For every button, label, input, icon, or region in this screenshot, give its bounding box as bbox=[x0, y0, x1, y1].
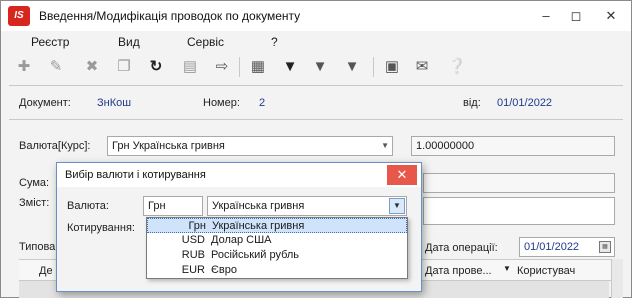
list-item[interactable]: Грн Українська гривня bbox=[147, 218, 407, 233]
currency-name-value: Українська гривня bbox=[212, 200, 305, 212]
dialog-currency-label: Валюта: bbox=[67, 200, 109, 212]
menu-help[interactable]: ? bbox=[271, 35, 278, 49]
currency-value: Грн Українська гривня bbox=[112, 140, 225, 152]
toolbar: ✚ ✎ ✖ ❐ ↻ ▤ ⇨ ▦ ▼ ▼ ▼ ▣ ✉ ❔ bbox=[1, 52, 631, 82]
exchange-rate-field[interactable]: 1.00000000 bbox=[411, 136, 615, 156]
toolbar-separator bbox=[373, 57, 374, 77]
add-icon[interactable]: ✚ bbox=[13, 56, 35, 78]
column-header[interactable]: Дата прове... bbox=[425, 265, 492, 277]
date-label: від: bbox=[463, 97, 481, 109]
currency-code-value: Грн bbox=[148, 200, 166, 212]
content-field[interactable] bbox=[423, 197, 615, 225]
dialog-title-bar: Вибір валюти і котирування ✕ bbox=[57, 163, 421, 187]
currency-dropdown-list: Грн Українська гривня USD Долар США RUB … bbox=[146, 217, 408, 279]
column-header[interactable]: Де bbox=[39, 265, 53, 277]
option-code: Грн bbox=[188, 220, 206, 232]
mail-icon[interactable]: ✉ bbox=[411, 56, 433, 78]
menu-registry[interactable]: Реєстр bbox=[31, 35, 69, 49]
sort-down-icon[interactable]: ▼ bbox=[503, 264, 511, 273]
maximize-button[interactable]: ◻ bbox=[561, 1, 591, 31]
delete-icon[interactable]: ✖ bbox=[81, 56, 103, 78]
currency-code-field[interactable]: Грн bbox=[143, 196, 203, 216]
chevron-down-icon[interactable]: ▼ bbox=[381, 137, 389, 155]
print-icon[interactable]: ▤ bbox=[179, 56, 201, 78]
menu-view[interactable]: Вид bbox=[118, 35, 140, 49]
calendar-icon[interactable]: ▦ bbox=[599, 241, 611, 253]
grid-icon[interactable]: ▦ bbox=[247, 56, 269, 78]
operation-date-label: Дата операції: bbox=[425, 242, 498, 254]
document-label: Документ: bbox=[19, 97, 71, 109]
list-item[interactable]: USD Долар США bbox=[147, 233, 407, 248]
divider bbox=[9, 85, 623, 86]
edit-icon[interactable]: ✎ bbox=[45, 56, 67, 78]
filter-icon[interactable]: ▼ bbox=[279, 56, 301, 78]
chevron-down-icon[interactable]: ▼ bbox=[389, 198, 405, 214]
option-code: USD bbox=[181, 234, 205, 246]
dialog-title: Вибір валюти і котирування bbox=[65, 169, 206, 181]
typical-label: Типова bbox=[19, 241, 56, 253]
currency-label: Валюта[Курс]: bbox=[19, 140, 91, 152]
divider bbox=[9, 119, 623, 120]
quote-label: Котирування: bbox=[67, 222, 135, 234]
date-value: 01/01/2022 bbox=[497, 97, 553, 109]
exit-icon[interactable]: ⇨ bbox=[211, 56, 233, 78]
minimize-button[interactable]: – bbox=[531, 1, 561, 31]
list-item[interactable]: RUB Російський рубль bbox=[147, 248, 407, 263]
window-title: Введення/Модифікація проводок по докумен… bbox=[39, 9, 301, 23]
title-bar: IS Введення/Модифікація проводок по доку… bbox=[1, 1, 631, 31]
refresh-icon[interactable]: ↻ bbox=[145, 56, 167, 78]
menu-service[interactable]: Сервіс bbox=[187, 35, 224, 49]
option-name: Долар США bbox=[211, 234, 272, 246]
operation-date-field[interactable]: 01/01/2022 ▦ bbox=[519, 237, 615, 257]
exchange-rate-value: 1.00000000 bbox=[416, 140, 475, 152]
sum-label: Сума: bbox=[19, 177, 50, 189]
option-name: Українська гривня bbox=[212, 220, 305, 232]
filter-clear-icon[interactable]: ▼ bbox=[341, 56, 363, 78]
document-icon[interactable]: ▣ bbox=[381, 56, 403, 78]
operation-date-value: 01/01/2022 bbox=[524, 241, 580, 253]
option-code: EUR bbox=[181, 264, 205, 276]
menu-bar: Реєстр Вид Сервіс ? bbox=[1, 31, 631, 51]
help-icon[interactable]: ❔ bbox=[446, 56, 468, 78]
vertical-scrollbar[interactable] bbox=[611, 259, 623, 298]
copy-icon[interactable]: ❐ bbox=[113, 56, 135, 78]
document-value: ЗнКош bbox=[97, 97, 132, 109]
sum-field[interactable] bbox=[423, 173, 615, 193]
filter-edit-icon[interactable]: ▼ bbox=[309, 56, 331, 78]
option-name: Російський рубль bbox=[211, 249, 300, 261]
number-label: Номер: bbox=[203, 97, 240, 109]
option-code: RUB bbox=[181, 249, 205, 261]
currency-select[interactable]: Грн Українська гривня ▼ bbox=[107, 136, 393, 156]
dialog-close-button[interactable]: ✕ bbox=[387, 165, 417, 185]
app-logo-icon: IS bbox=[8, 6, 30, 26]
content-label: Зміст: bbox=[19, 197, 50, 209]
column-header[interactable]: Користувач bbox=[517, 265, 575, 277]
close-button[interactable]: ✕ bbox=[591, 1, 631, 31]
number-value: 2 bbox=[259, 97, 266, 109]
toolbar-separator bbox=[239, 57, 240, 77]
list-item[interactable]: EUR Євро bbox=[147, 263, 407, 278]
currency-name-combo[interactable]: Українська гривня ▼ bbox=[207, 196, 407, 216]
option-name: Євро bbox=[211, 264, 237, 276]
